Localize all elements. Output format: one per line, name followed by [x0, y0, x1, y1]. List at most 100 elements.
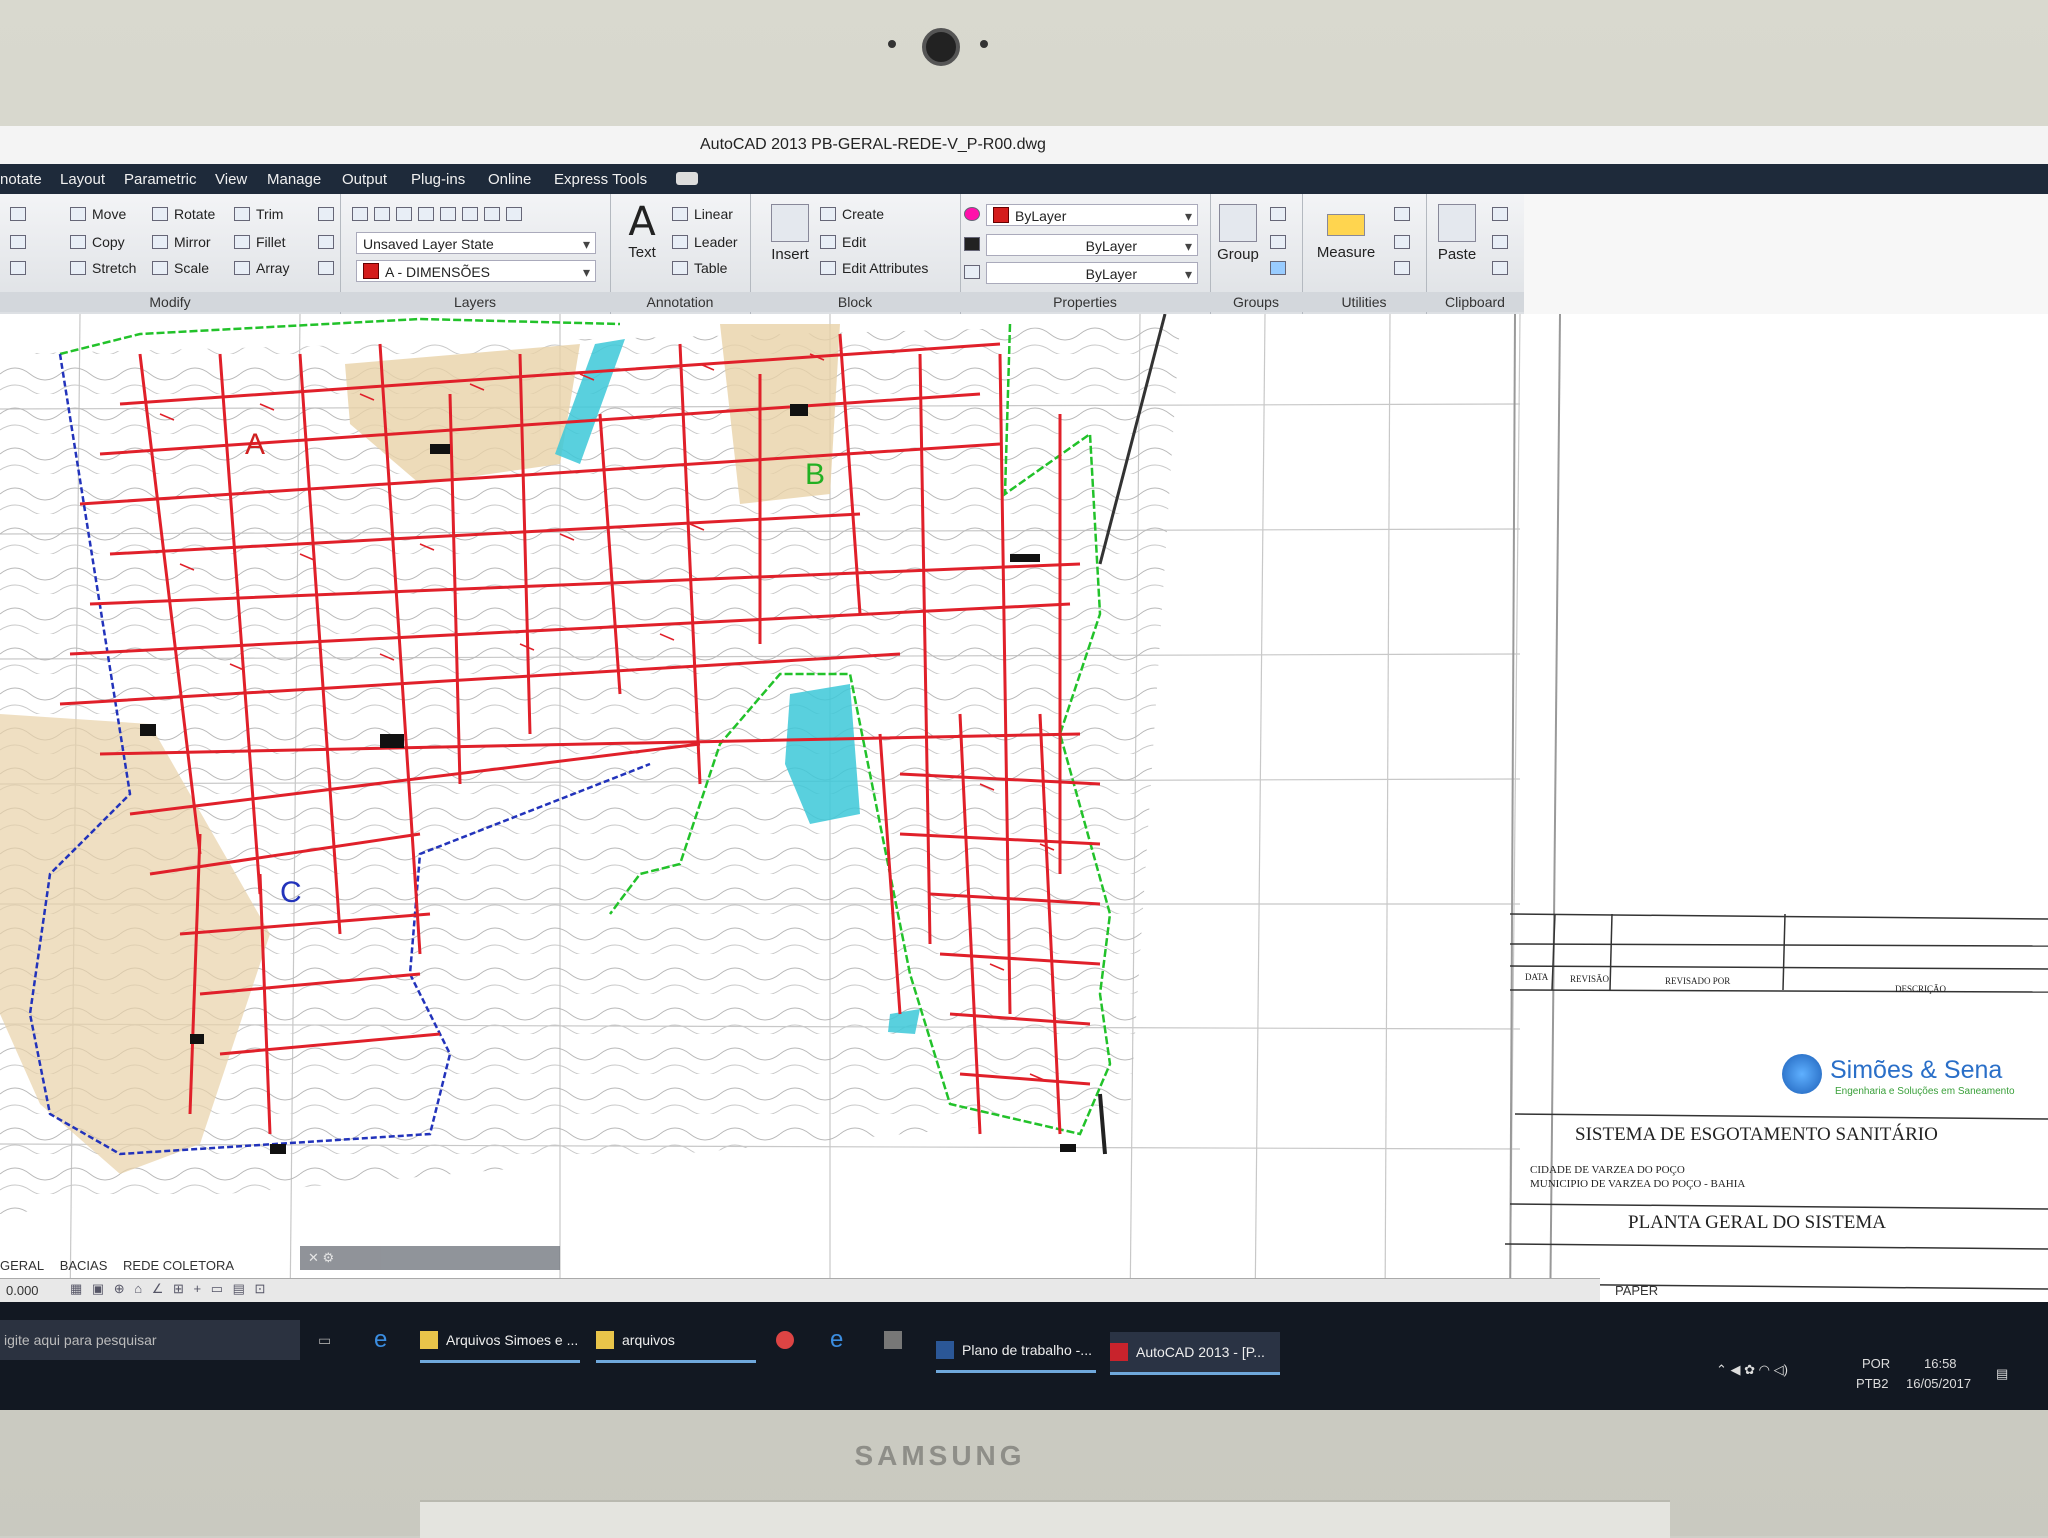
menu-parametric[interactable]: Parametric — [124, 171, 197, 188]
group-edit-icon[interactable] — [1270, 234, 1292, 250]
properties-panel-label[interactable]: Properties — [960, 292, 1210, 312]
linetype-dropdown[interactable]: ByLayer — [986, 262, 1198, 285]
menu-plugins[interactable]: Plug-ins — [411, 171, 465, 188]
edit-block-button[interactable]: Edit — [820, 234, 866, 250]
text-label: Text — [628, 244, 656, 261]
measure-button[interactable]: Measure — [1310, 204, 1382, 261]
edit-block-icon — [820, 235, 836, 249]
modify-panel-label[interactable]: Modify — [0, 292, 340, 312]
layer-color-swatch — [363, 263, 379, 279]
menu-view[interactable]: View — [215, 171, 247, 188]
clock-time[interactable]: 16:58 — [1924, 1356, 1957, 1371]
taskbar-search[interactable]: igite aqui para pesquisar — [0, 1320, 300, 1360]
match-properties-icon[interactable] — [964, 206, 986, 222]
webcam — [922, 28, 960, 66]
menu-manage[interactable]: Manage — [267, 171, 321, 188]
offset-icon[interactable] — [318, 260, 340, 276]
fillet-button[interactable]: Fillet — [234, 234, 286, 250]
linear-icon — [672, 207, 688, 221]
task-view-icon[interactable]: ▭ — [318, 1320, 331, 1360]
taskbar-explorer-arquivos[interactable]: arquivos — [596, 1320, 756, 1363]
edge-icon[interactable]: e — [374, 1320, 387, 1360]
select-similar-icon[interactable] — [1394, 234, 1416, 250]
utilities-panel-label[interactable]: Utilities — [1302, 292, 1426, 312]
clipboard-panel-label[interactable]: Clipboard — [1426, 292, 1524, 312]
lasso-icon[interactable] — [10, 234, 32, 250]
status-bar: 0.000 ▦ ▣ ⊕ ⌂ ∠ ⊞ + ▭ ▤ ⊡ PAPER — [0, 1278, 1658, 1303]
layer-tool-icons[interactable] — [352, 206, 528, 222]
window-select-icon[interactable] — [10, 260, 32, 276]
cut-icon[interactable] — [1492, 206, 1514, 222]
command-line[interactable]: ✕ ⚙ — [300, 1246, 560, 1270]
menu-layout[interactable]: Layout — [60, 171, 105, 188]
linear-dimension-button[interactable]: Linear — [672, 206, 733, 222]
drawing-canvas[interactable]: A B C DATA REVISÃO REVISADO POR DESCRIÇÃ… — [0, 313, 2048, 1329]
layer-state-dropdown[interactable]: Unsaved Layer State — [356, 232, 596, 255]
table-button[interactable]: Table — [672, 260, 727, 276]
menu-annotate[interactable]: notate — [0, 171, 42, 188]
chrome-icon[interactable] — [776, 1320, 802, 1360]
tab-bacias[interactable]: BACIAS — [60, 1258, 108, 1273]
create-block-button[interactable]: Create — [820, 206, 884, 222]
tab-rede-coletora[interactable]: REDE COLETORA — [123, 1258, 234, 1273]
lineweight-dropdown[interactable]: ByLayer — [986, 234, 1198, 257]
calculator-app-icon[interactable] — [884, 1320, 910, 1360]
menu-online[interactable]: Online — [488, 171, 531, 188]
copy-button[interactable]: Copy — [70, 234, 125, 250]
copy-clip-icon[interactable] — [1492, 234, 1514, 250]
scale-icon — [152, 261, 168, 275]
company-logo-icon — [1782, 1054, 1822, 1094]
paste-button[interactable]: Paste — [1432, 204, 1482, 263]
tab-geral[interactable]: GERAL — [0, 1258, 44, 1273]
stretch-button[interactable]: Stretch — [70, 260, 136, 276]
annotation-panel-label[interactable]: Annotation — [610, 292, 750, 312]
taskbar-autocad[interactable]: AutoCAD 2013 - [P... — [1110, 1332, 1280, 1375]
stretch-icon — [70, 261, 86, 275]
copy-with-base-icon[interactable] — [1492, 260, 1514, 276]
menu-output[interactable]: Output — [342, 171, 387, 188]
current-layer-name: A - DIMENSÕES — [385, 264, 491, 280]
edit-attributes-icon — [820, 261, 836, 275]
panel-properties: ByLayer ByLayer ByLayer Properties — [960, 194, 1211, 314]
taskbar-explorer-arquivos-simoes[interactable]: Arquivos Simoes e ... — [420, 1320, 580, 1363]
ie-icon[interactable]: e — [830, 1320, 843, 1360]
groups-panel-label[interactable]: Groups — [1210, 292, 1302, 312]
mirror-button[interactable]: Mirror — [152, 234, 211, 250]
calculator-icon[interactable] — [1394, 260, 1416, 276]
fillet-icon — [234, 235, 250, 249]
scale-button[interactable]: Scale — [152, 260, 209, 276]
rev-header-revision: REVISÃO — [1570, 974, 1610, 984]
color-dropdown[interactable]: ByLayer — [986, 204, 1198, 227]
leader-button[interactable]: Leader — [672, 234, 738, 250]
trim-button[interactable]: Trim — [234, 206, 283, 222]
rotate-button[interactable]: Rotate — [152, 206, 215, 222]
move-button[interactable]: Move — [70, 206, 126, 222]
drafting-toggles[interactable]: ▦ ▣ ⊕ ⌂ ∠ ⊞ + ▭ ▤ ⊡ — [70, 1281, 268, 1297]
erase-icon[interactable] — [318, 206, 340, 222]
paper-space-toggle[interactable]: PAPER — [1615, 1283, 1658, 1298]
system-tray-icons[interactable]: ⌃ ◀ ✿ ◠ ◁) — [1716, 1362, 1788, 1378]
group-button[interactable]: Group — [1216, 204, 1260, 263]
keyboard-indicator[interactable]: PTB2 — [1856, 1376, 1889, 1391]
ribbon-toggle-icon[interactable] — [676, 172, 698, 185]
language-indicator[interactable]: POR — [1862, 1356, 1890, 1371]
edit-attributes-button[interactable]: Edit Attributes — [820, 260, 928, 276]
select-icon[interactable] — [10, 206, 32, 222]
array-button[interactable]: Array — [234, 260, 289, 276]
layers-panel-label[interactable]: Layers — [340, 292, 610, 312]
menu-express-tools[interactable]: Express Tools — [554, 171, 647, 188]
taskbar-word[interactable]: Plano de trabalho -... — [936, 1330, 1096, 1373]
edit-label: Edit — [842, 234, 867, 250]
ungroup-icon[interactable] — [1270, 206, 1292, 222]
group-selection-icon[interactable] — [1270, 260, 1292, 276]
text-icon: A — [628, 199, 656, 245]
quick-select-icon[interactable] — [1394, 206, 1416, 222]
current-layer-dropdown[interactable]: A - DIMENSÕES — [356, 260, 596, 283]
block-panel-label[interactable]: Block — [750, 292, 960, 312]
explode-icon[interactable] — [318, 234, 340, 250]
text-button[interactable]: A Text — [620, 200, 664, 261]
notifications-icon[interactable]: ▤ — [1996, 1366, 2008, 1382]
clock-date[interactable]: 16/05/2017 — [1906, 1376, 1971, 1391]
insert-button[interactable]: Insert — [764, 204, 816, 263]
rotate-label: Rotate — [174, 206, 216, 222]
